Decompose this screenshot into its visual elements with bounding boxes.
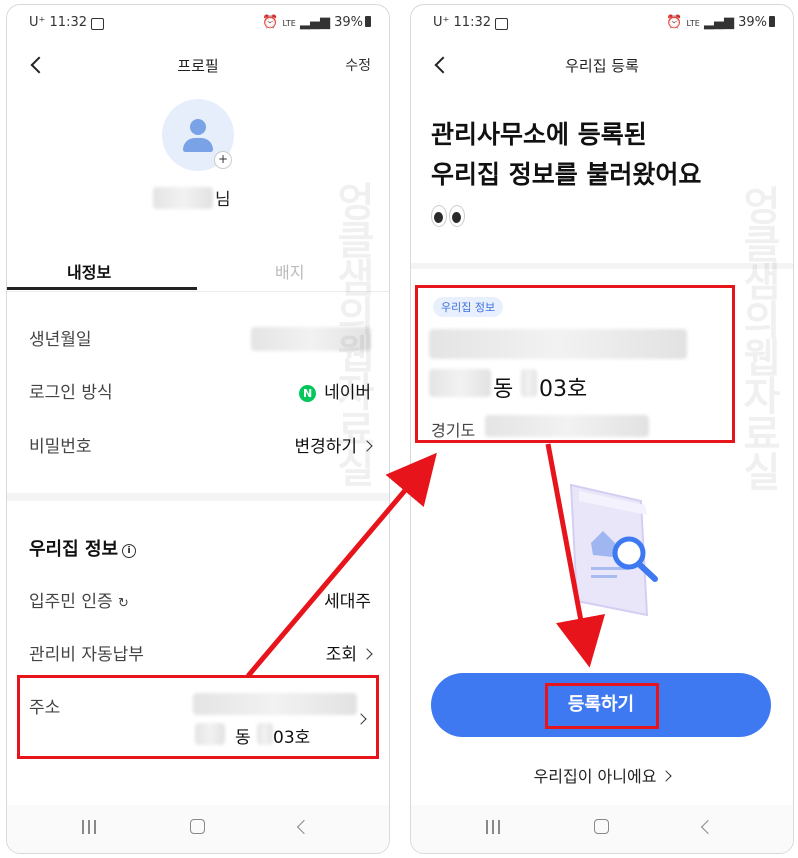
arrow-address-to-card bbox=[246, 452, 437, 678]
annotation-arrows bbox=[246, 443, 606, 678]
arrow-card-to-register bbox=[545, 443, 606, 668]
